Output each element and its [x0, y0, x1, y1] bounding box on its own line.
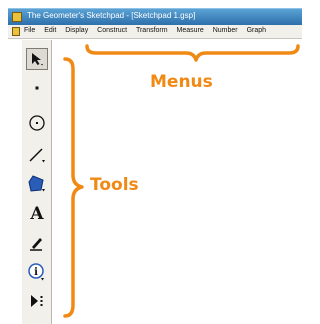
menu-file[interactable]: File [24, 27, 35, 34]
polygon-icon [28, 175, 45, 192]
circle-icon [29, 115, 45, 131]
menu-number[interactable]: Number [213, 27, 238, 34]
menu-items: File Edit Display Construct Transform Me… [24, 27, 273, 34]
compass-tool[interactable] [26, 112, 48, 134]
custom-tool[interactable] [26, 290, 48, 312]
play-dots-icon [31, 295, 43, 307]
menu-measure[interactable]: Measure [177, 27, 204, 34]
menu-edit[interactable]: Edit [44, 27, 56, 34]
toolbox: A i [22, 40, 52, 324]
sketchpad-app-icon [12, 12, 22, 22]
title-bar: The Geometer's Sketchpad - [Sketchpad 1.… [8, 8, 302, 25]
svg-text:i: i [34, 267, 38, 278]
menu-construct[interactable]: Construct [97, 27, 127, 34]
point-tool[interactable] [26, 77, 48, 99]
window-title: The Geometer's Sketchpad - [Sketchpad 1.… [27, 11, 196, 20]
text-tool[interactable]: A [26, 203, 48, 225]
point-icon [35, 86, 39, 90]
arrow-icon [32, 53, 43, 66]
straightedge-tool[interactable] [26, 144, 48, 166]
tools-label: Tools [90, 175, 139, 195]
menus-label: Menus [150, 72, 213, 92]
menu-transform[interactable]: Transform [136, 27, 168, 34]
document-icon[interactable] [12, 27, 20, 36]
sketch-canvas-edge[interactable] [8, 40, 22, 324]
polygon-tool[interactable] [26, 173, 48, 195]
information-tool[interactable]: i [26, 261, 48, 283]
pen-icon [30, 238, 42, 251]
selection-arrow-tool[interactable] [26, 48, 48, 70]
text-A-icon: A [30, 203, 44, 224]
tools-brace [63, 57, 84, 318]
info-icon: i [28, 263, 44, 281]
menu-display[interactable]: Display [65, 27, 88, 34]
menu-bar: File Edit Display Construct Transform Me… [8, 25, 302, 39]
menus-brace [85, 44, 300, 62]
line-segment-icon [29, 148, 45, 163]
marker-tool[interactable] [26, 232, 48, 254]
menu-graph[interactable]: Graph [247, 27, 266, 34]
